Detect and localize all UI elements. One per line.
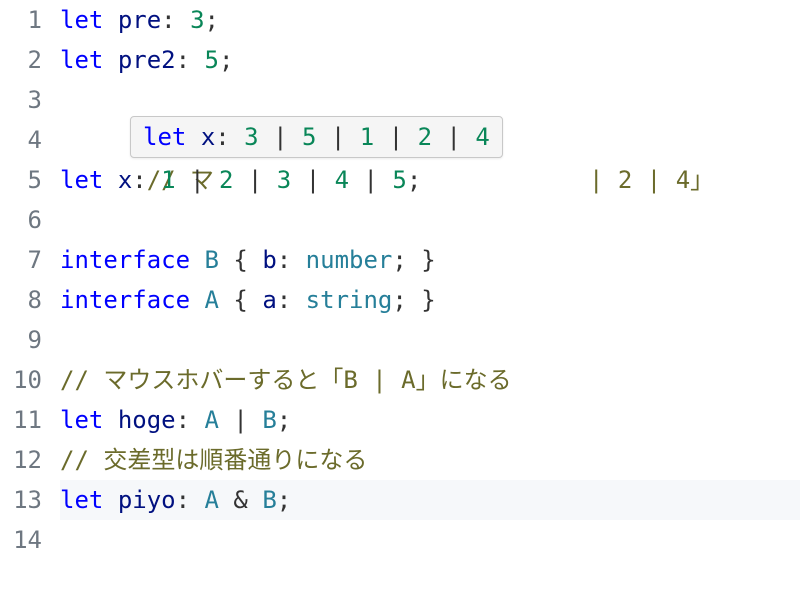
- union-operator: |: [273, 123, 287, 151]
- line-number: 13: [0, 480, 42, 520]
- number-literal: 3: [190, 6, 204, 34]
- line-number: 11: [0, 400, 42, 440]
- number-literal: 5: [392, 166, 406, 194]
- line-number: 9: [0, 320, 42, 360]
- line-number-gutter: 1 2 3 4 5 6 7 8 9 10 11 12 13 14: [0, 0, 60, 600]
- code-line[interactable]: // マウスホバーすると「3 | 5 | 1 | 2 | 4」 let x: 3…: [60, 120, 800, 160]
- union-operator: |: [306, 166, 320, 194]
- keyword-interface: interface: [60, 246, 190, 274]
- code-line-active[interactable]: let piyo: A & B;: [60, 480, 800, 520]
- comment: // マウスホバーすると「B | A」になる: [60, 366, 512, 394]
- number-literal: 3: [277, 166, 291, 194]
- number-literal: 5: [205, 46, 219, 74]
- union-operator: |: [389, 123, 403, 151]
- semicolon: ;: [277, 406, 291, 434]
- line-number: 7: [0, 240, 42, 280]
- line-number: 5: [0, 160, 42, 200]
- semicolon: ;: [392, 286, 406, 314]
- hover-tooltip: let x: 3 | 5 | 1 | 2 | 4: [130, 116, 503, 158]
- union-operator: |: [331, 123, 345, 151]
- number-literal: 2: [418, 123, 432, 151]
- keyword-let: let: [60, 486, 103, 514]
- identifier: hoge: [118, 406, 176, 434]
- number-literal: 4: [335, 166, 349, 194]
- code-line[interactable]: let pre2: 5;: [60, 40, 800, 80]
- code-line[interactable]: interface B { b: number; }: [60, 240, 800, 280]
- colon: :: [176, 406, 190, 434]
- semicolon: ;: [219, 46, 233, 74]
- line-number: 12: [0, 440, 42, 480]
- union-operator: |: [248, 166, 262, 194]
- identifier: x: [201, 123, 215, 151]
- brace-open: {: [233, 286, 247, 314]
- code-line[interactable]: let hoge: A | B;: [60, 400, 800, 440]
- number-literal: 1: [360, 123, 374, 151]
- type-keyword: string: [306, 286, 393, 314]
- line-number: 10: [0, 360, 42, 400]
- intersection-operator: &: [233, 486, 247, 514]
- comment: // 交差型は順番通りになる: [60, 446, 367, 474]
- keyword-interface: interface: [60, 286, 190, 314]
- line-number: 4: [0, 120, 42, 160]
- code-area[interactable]: let pre: 3; let pre2: 5; // マウスホバーすると「3 …: [60, 0, 800, 600]
- code-line[interactable]: [60, 320, 800, 360]
- code-line[interactable]: let pre: 3;: [60, 0, 800, 40]
- number-literal: 1: [161, 166, 175, 194]
- brace-close: }: [421, 286, 435, 314]
- type-reference: A: [205, 406, 219, 434]
- semicolon: ;: [407, 166, 421, 194]
- keyword-let: let: [60, 166, 103, 194]
- number-literal: 5: [302, 123, 316, 151]
- union-operator: |: [233, 406, 247, 434]
- keyword-let: let: [60, 406, 103, 434]
- semicolon: ;: [392, 246, 406, 274]
- colon: :: [215, 123, 229, 151]
- type-name: B: [205, 246, 219, 274]
- identifier: x: [118, 166, 132, 194]
- line-number: 8: [0, 280, 42, 320]
- number-literal: 3: [244, 123, 258, 151]
- type-name: A: [205, 286, 219, 314]
- property-name: b: [262, 246, 276, 274]
- number-literal: 4: [475, 123, 489, 151]
- type-keyword: number: [306, 246, 393, 274]
- colon: :: [277, 246, 291, 274]
- brace-close: }: [421, 246, 435, 274]
- identifier: piyo: [118, 486, 176, 514]
- semicolon: ;: [277, 486, 291, 514]
- type-reference: A: [205, 486, 219, 514]
- identifier: pre2: [118, 46, 176, 74]
- code-line[interactable]: [60, 520, 800, 560]
- union-operator: |: [190, 166, 204, 194]
- union-operator: |: [447, 123, 461, 151]
- property-name: a: [262, 286, 276, 314]
- type-reference: B: [262, 486, 276, 514]
- number-literal: 2: [219, 166, 233, 194]
- keyword-let: let: [60, 46, 103, 74]
- code-line[interactable]: [60, 80, 800, 120]
- colon: :: [176, 46, 190, 74]
- colon: :: [176, 486, 190, 514]
- code-line[interactable]: [60, 200, 800, 240]
- union-operator: |: [364, 166, 378, 194]
- line-number: 14: [0, 520, 42, 560]
- line-number: 3: [0, 80, 42, 120]
- semicolon: ;: [205, 6, 219, 34]
- identifier: pre: [118, 6, 161, 34]
- line-number: 1: [0, 0, 42, 40]
- code-line[interactable]: let x: 1 | 2 | 3 | 4 | 5;: [60, 160, 800, 200]
- code-line[interactable]: // 交差型は順番通りになる: [60, 440, 800, 480]
- brace-open: {: [233, 246, 247, 274]
- colon: :: [132, 166, 146, 194]
- line-number: 6: [0, 200, 42, 240]
- line-number: 2: [0, 40, 42, 80]
- colon: :: [277, 286, 291, 314]
- type-reference: B: [262, 406, 276, 434]
- colon: :: [161, 6, 175, 34]
- code-line[interactable]: // マウスホバーすると「B | A」になる: [60, 360, 800, 400]
- keyword-let: let: [143, 123, 186, 151]
- keyword-let: let: [60, 6, 103, 34]
- code-line[interactable]: interface A { a: string; }: [60, 280, 800, 320]
- code-editor[interactable]: 1 2 3 4 5 6 7 8 9 10 11 12 13 14 let pre…: [0, 0, 800, 600]
